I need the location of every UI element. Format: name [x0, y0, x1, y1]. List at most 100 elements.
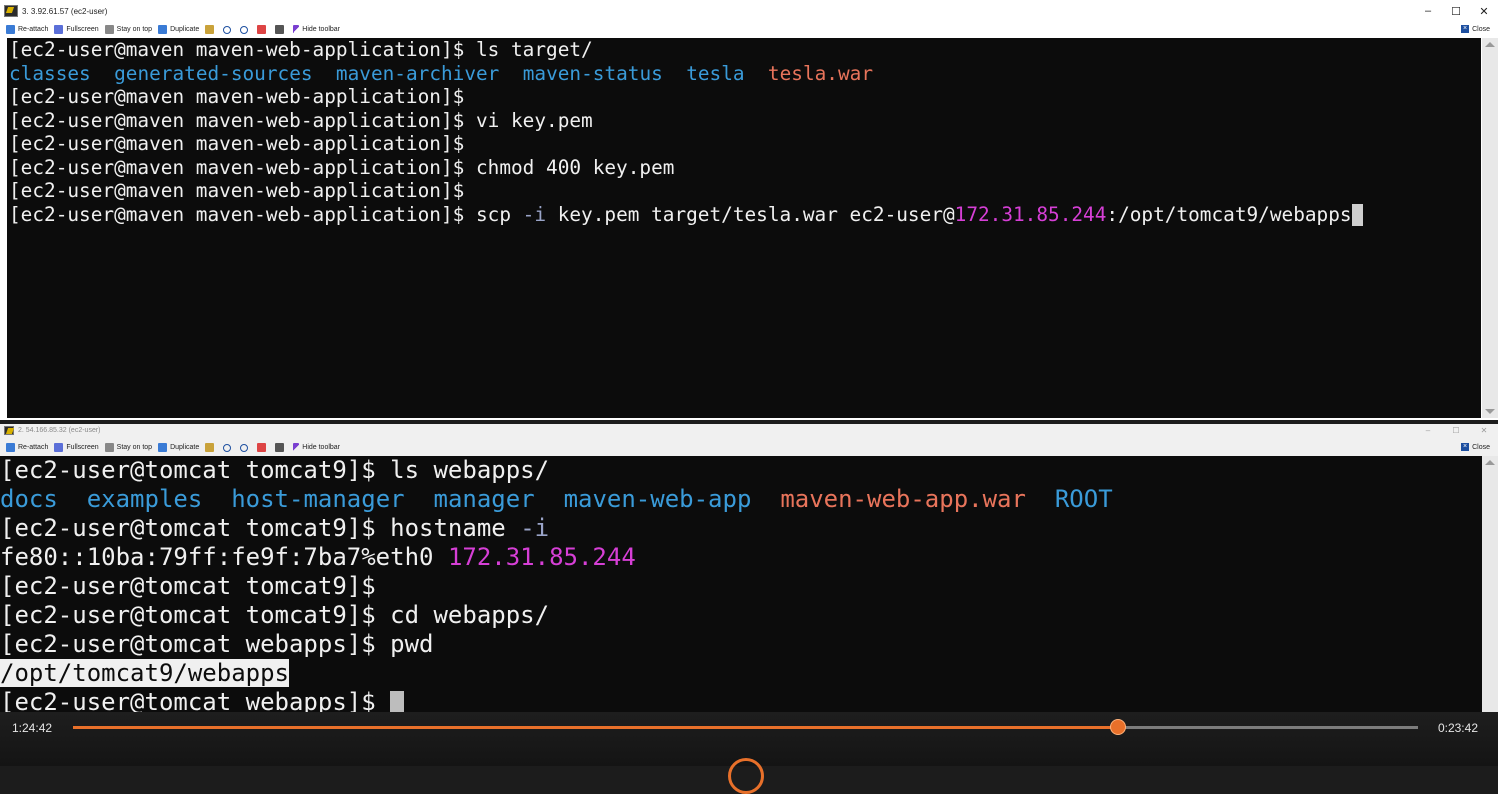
duplicate-icon [158, 443, 168, 452]
terminal-line: [ec2-user@maven maven-web-application]$ … [9, 155, 675, 179]
zoom-out-icon [240, 443, 249, 452]
dir-tesla: tesla [686, 61, 745, 85]
dir-classes: classes [9, 61, 91, 85]
lightning-icon [293, 442, 300, 453]
zoom-out-button[interactable] [240, 443, 251, 452]
putty-app-icon [4, 5, 18, 17]
duplicate-button[interactable]: Duplicate [158, 443, 199, 452]
pwd-output-line: /opt/tomcat9/webapps [0, 659, 1482, 688]
dir-maven-web-app: maven-web-app [563, 485, 752, 513]
terminal-line: [ec2-user@tomcat tomcat9]$ [0, 572, 376, 600]
top-scrollbar[interactable] [1482, 38, 1498, 418]
fullscreen-button[interactable]: Fullscreen [54, 25, 99, 34]
bottom-scrollbar[interactable] [1482, 456, 1498, 748]
scroll-up-icon[interactable] [1485, 460, 1495, 465]
maximize-button[interactable]: ☐ [1442, 0, 1470, 22]
seek-handle[interactable] [1110, 719, 1127, 735]
top-toolbar: Re-attach Fullscreen Stay on top Duplica… [0, 22, 1498, 37]
terminal-line: [ec2-user@maven maven-web-application]$ [9, 85, 465, 108]
seek-progress [73, 726, 1119, 729]
save-button[interactable] [257, 25, 269, 34]
terminal-line: [ec2-user@maven maven-web-application]$ … [9, 108, 593, 132]
file-tesla-war: tesla.war [767, 61, 873, 85]
text-cursor [1351, 204, 1363, 226]
close-icon: × [1461, 443, 1470, 451]
fullscreen-icon [54, 25, 64, 34]
save-icon [257, 443, 267, 452]
elapsed-time: 1:24:42 [12, 721, 53, 735]
print-button[interactable] [275, 443, 287, 452]
edit-icon [205, 25, 215, 34]
print-button[interactable] [275, 25, 287, 34]
minimize-button[interactable]: – [1414, 424, 1442, 436]
dir-maven-archiver: maven-archiver [335, 61, 500, 85]
terminal-line: [ec2-user@maven maven-web-application]$ [9, 132, 465, 155]
fullscreen-icon [54, 443, 64, 452]
ip-address: 172.31.85.244 [447, 543, 636, 571]
lightning-icon [293, 24, 300, 35]
top-window-titlebar[interactable]: 3. 3.92.61.57 (ec2-user) – ☐ ✕ [0, 0, 1498, 22]
save-button[interactable] [257, 443, 269, 452]
bottom-terminal-window: 2. 54.166.85.32 (ec2-user) – ☐ ✕ Re-atta… [0, 424, 1498, 748]
save-icon [257, 25, 267, 34]
terminal-line: [ec2-user@tomcat webapps]$ pwd [0, 630, 434, 658]
ls-output-line: classes generated-sources maven-archiver… [7, 62, 1481, 86]
dir-docs: docs [0, 485, 58, 513]
scroll-up-icon[interactable] [1485, 42, 1495, 47]
stay-on-top-button[interactable]: Stay on top [104, 443, 152, 452]
maximize-button[interactable]: ☐ [1442, 424, 1470, 436]
duplicate-icon [158, 25, 168, 34]
close-window-button[interactable]: ✕ [1470, 0, 1498, 22]
dir-generated-sources: generated-sources [114, 61, 313, 85]
zoom-out-icon [240, 25, 249, 34]
reattach-icon [6, 25, 15, 34]
top-terminal-window: 3. 3.92.61.57 (ec2-user) – ☐ ✕ Re-attach… [0, 0, 1498, 420]
hide-toolbar-button[interactable]: Hide toolbar [293, 442, 340, 453]
top-window-title: 3. 3.92.61.57 (ec2-user) [22, 6, 108, 16]
fullscreen-button[interactable]: Fullscreen [54, 443, 99, 452]
bottom-window-titlebar[interactable]: 2. 54.166.85.32 (ec2-user) – ☐ ✕ [0, 424, 1498, 436]
terminal-line: [ec2-user@tomcat tomcat9]$ ls webapps/ [0, 456, 550, 484]
print-icon [275, 25, 285, 34]
hide-toolbar-button[interactable]: Hide toolbar [293, 24, 340, 35]
reattach-icon [6, 443, 15, 452]
selected-text: /opt/tomcat9/webapps [0, 659, 289, 687]
play-pause-button[interactable] [728, 758, 764, 794]
bottom-terminal[interactable]: [ec2-user@tomcat tomcat9]$ ls webapps/ d… [0, 456, 1482, 748]
stay-on-top-button[interactable]: Stay on top [104, 25, 152, 34]
edit-button[interactable] [205, 25, 217, 34]
dir-maven-status: maven-status [522, 61, 663, 85]
close-window-button[interactable]: ✕ [1470, 424, 1498, 436]
close-icon: × [1461, 25, 1470, 33]
scroll-down-icon[interactable] [1485, 409, 1495, 414]
zoom-in-icon [223, 25, 232, 34]
print-icon [275, 443, 285, 452]
terminal-line: [ec2-user@tomcat tomcat9]$ cd webapps/ [0, 601, 550, 629]
top-terminal[interactable]: [ec2-user@maven maven-web-application]$ … [7, 38, 1481, 418]
reattach-button[interactable]: Re-attach [6, 25, 48, 34]
bottom-window-title: 2. 54.166.85.32 (ec2-user) [18, 426, 101, 434]
zoom-out-button[interactable] [240, 25, 251, 34]
putty-app-icon [4, 425, 14, 435]
file-maven-web-app-war: maven-web-app.war [780, 485, 1026, 513]
toolbar-close-button[interactable]: × Close [1461, 443, 1490, 451]
pin-icon [104, 443, 114, 452]
dir-examples: examples [86, 485, 203, 513]
zoom-in-button[interactable] [223, 443, 234, 452]
seek-bar[interactable] [73, 719, 1418, 735]
duplicate-button[interactable]: Duplicate [158, 25, 199, 34]
hostname-output-line: fe80::10ba:79ff:fe9f:7ba7%eth0 172.31.85… [0, 543, 636, 571]
minimize-button[interactable]: – [1414, 0, 1442, 22]
dir-host-manager: host-manager [231, 485, 405, 513]
dir-manager: manager [433, 485, 535, 513]
video-player-controls: 1:24:42 0:23:42 [0, 712, 1498, 794]
edit-button[interactable] [205, 443, 217, 452]
ls-output-line: docs examples host-manager manager maven… [0, 485, 1482, 514]
zoom-in-button[interactable] [223, 25, 234, 34]
scp-command-line: [ec2-user@maven maven-web-application]$ … [7, 203, 1481, 226]
remaining-time: 0:23:42 [1437, 721, 1478, 735]
terminal-line: [ec2-user@maven maven-web-application]$ … [9, 38, 593, 61]
reattach-button[interactable]: Re-attach [6, 443, 48, 452]
toolbar-close-button[interactable]: × Close [1461, 25, 1490, 33]
edit-icon [205, 443, 215, 452]
